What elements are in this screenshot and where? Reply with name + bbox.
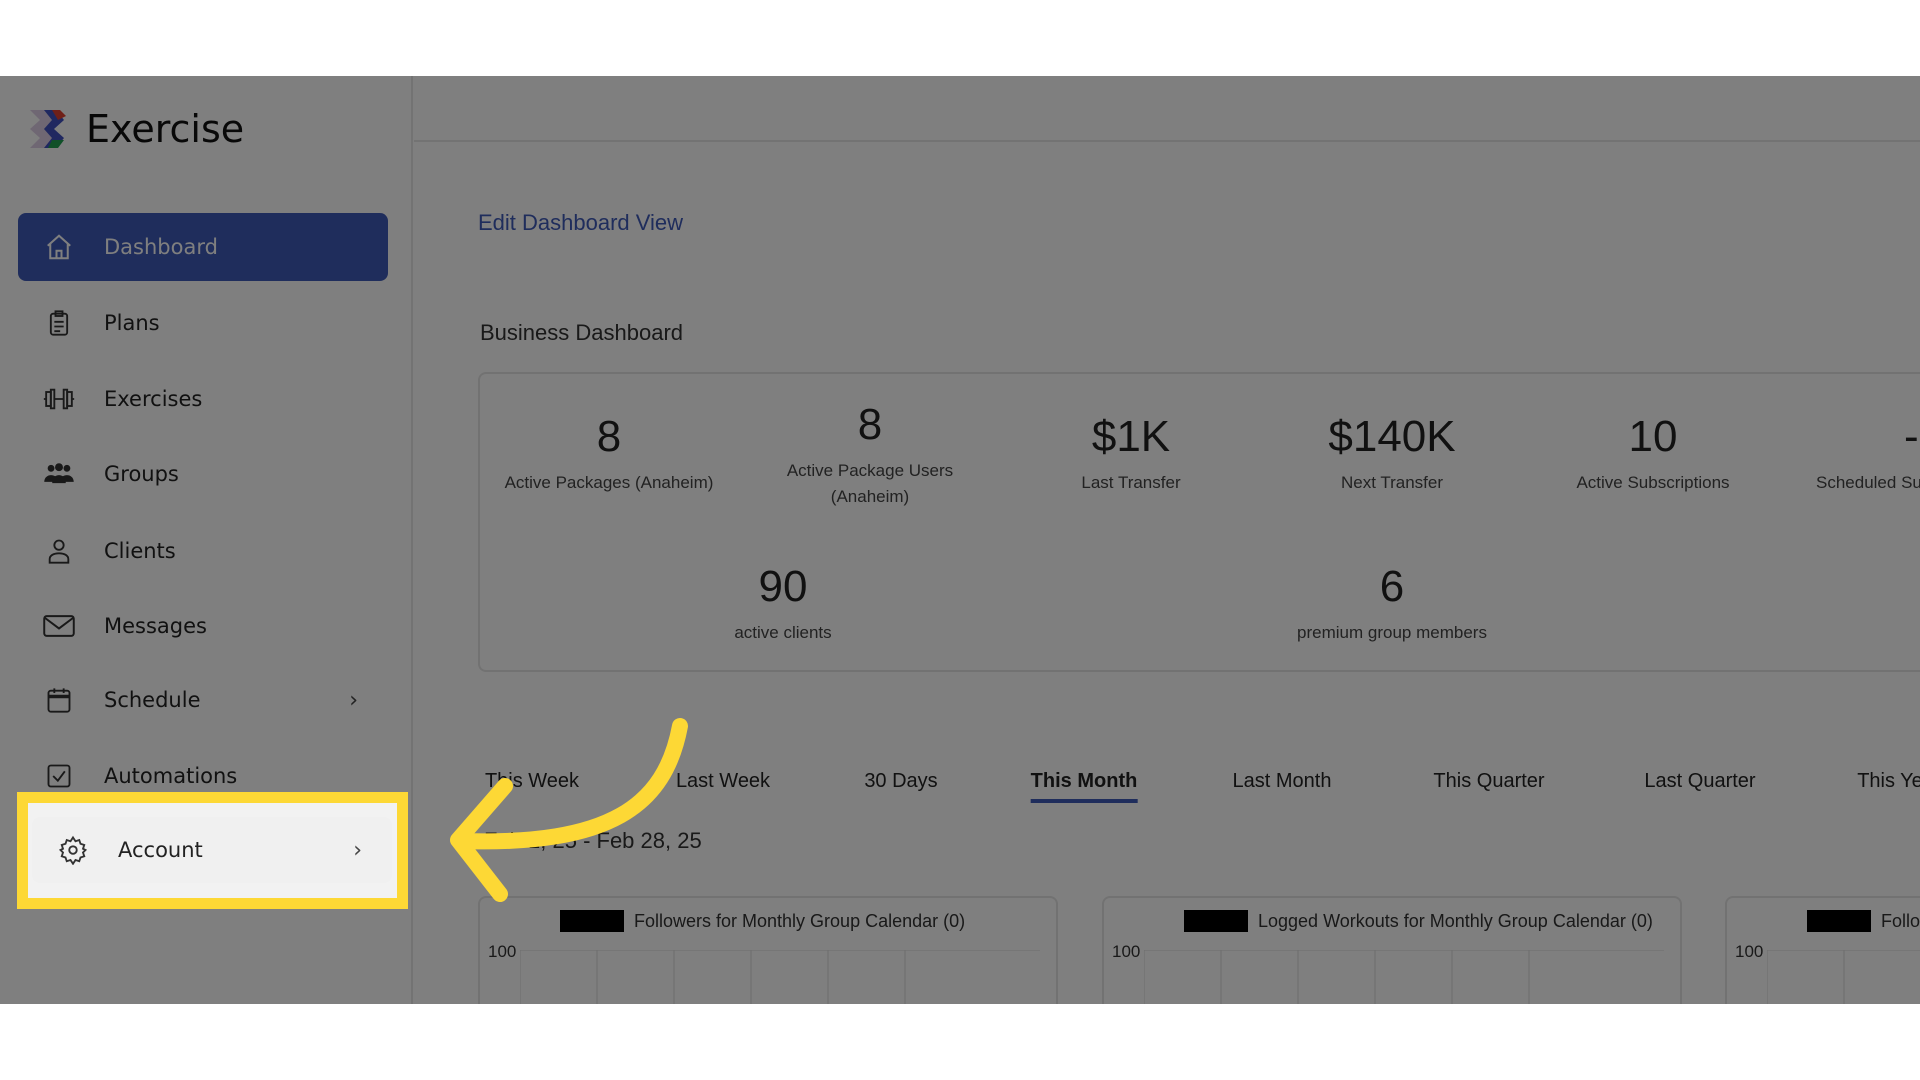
- gear-icon: [56, 833, 90, 867]
- app-window: Exercise Dashboard Plans Exercises Group…: [0, 76, 1920, 1004]
- sidebar-item-account[interactable]: Account ›: [32, 817, 392, 883]
- chevron-right-icon[interactable]: ›: [353, 838, 362, 863]
- pointer-arrow-icon: [450, 718, 688, 902]
- sidebar-item-label: Account: [118, 838, 203, 862]
- highlight-box: Account ›: [17, 792, 408, 909]
